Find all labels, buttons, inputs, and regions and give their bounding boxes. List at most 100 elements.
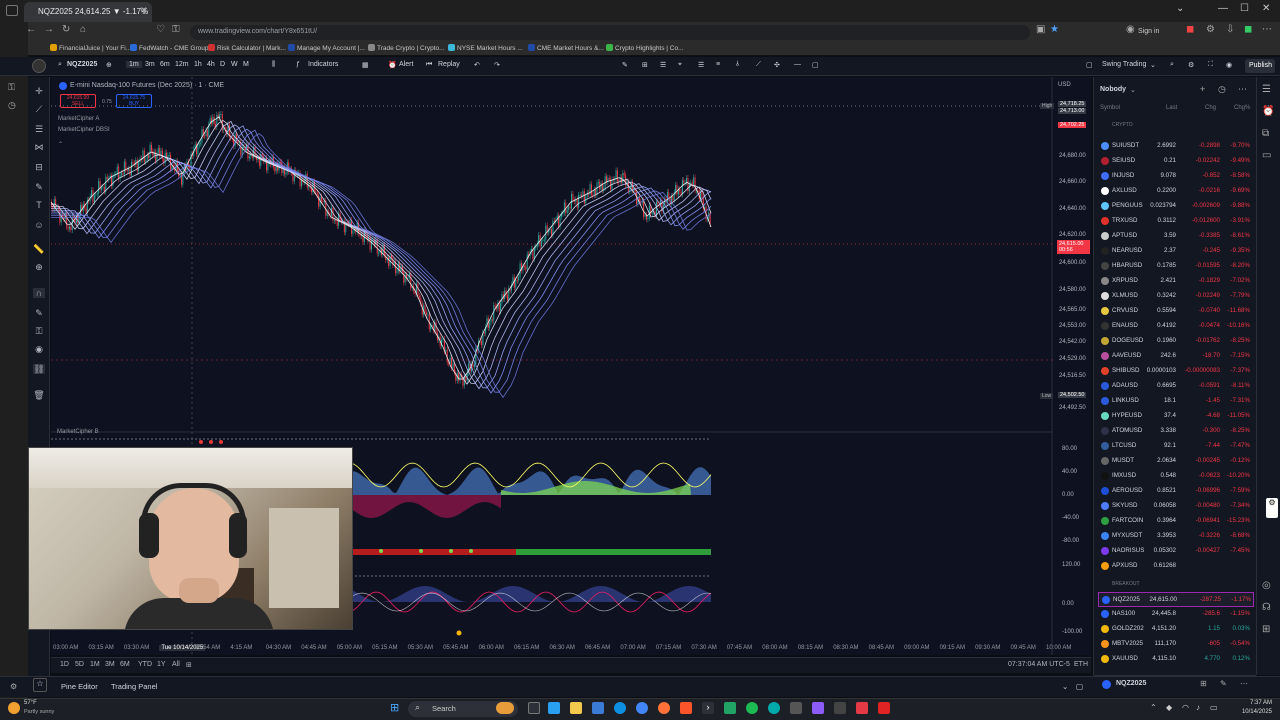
brush-icon[interactable]: ✎ <box>33 182 45 192</box>
redo-icon[interactable]: ↷ <box>494 61 500 69</box>
add-symbol-icon[interactable]: ⊕ <box>106 61 112 69</box>
interval-6m[interactable]: 6m <box>160 61 170 68</box>
tray-chevron-icon[interactable]: ⌃ <box>1150 703 1157 712</box>
sign-in-link[interactable]: Sign in <box>1138 28 1159 35</box>
alert-icon[interactable]: ⏰ <box>388 61 397 69</box>
spotify-icon[interactable] <box>746 702 758 714</box>
col-chg-pct[interactable]: Chg% <box>1234 105 1250 111</box>
watchlist-row[interactable]: DOGEUSD 0.1960 -0.01762 -8.25% <box>1098 334 1254 349</box>
indicators-button[interactable]: Indicators <box>308 61 338 68</box>
col-chg[interactable]: Chg <box>1205 105 1216 111</box>
watchlist-row[interactable]: GOLDZ2025 4,151.20 1.15 0.03% <box>1098 622 1254 637</box>
watchlist-row[interactable]: NAS100 24,445.8 -285.6 -1.15% <box>1098 607 1254 622</box>
alerts-widget-icon[interactable]: ⏰ <box>1262 106 1274 117</box>
advanced-view-icon[interactable]: ◷ <box>1218 84 1226 95</box>
chrome-icon[interactable] <box>636 702 648 714</box>
apps-widget-icon[interactable]: ⊞ <box>1262 624 1270 635</box>
search-highlight-icon[interactable] <box>496 702 514 714</box>
watchlist-row[interactable]: XRPUSD 2.421 -0.1829 -7.02% <box>1098 274 1254 289</box>
maximize-icon[interactable]: ☐ <box>1240 3 1249 14</box>
floating-widget-icon[interactable]: ⚙ <box>1266 498 1278 518</box>
chart-type-icon[interactable]: ⫼ <box>272 61 275 69</box>
bookmark-1[interactable]: FedWatch - CME Group <box>130 44 208 52</box>
watchlist-row[interactable]: APXUSD 0.61268 <box>1098 559 1254 574</box>
indicator-a-label[interactable]: MarketCipher A <box>58 116 99 122</box>
watchlist-row[interactable]: ADAUSD 0.6695 -0.0591 -8.11% <box>1098 379 1254 394</box>
watchlist-row[interactable]: XLMUSD 0.3242 -0.02249 -7.79% <box>1098 289 1254 304</box>
crosshair-icon[interactable]: ✛ <box>33 86 45 96</box>
indicators-icon[interactable]: ƒ <box>296 61 300 68</box>
wifi-icon[interactable]: ◠ <box>1182 703 1189 712</box>
layout-dropdown-icon[interactable]: ⌄ <box>1150 61 1156 69</box>
side-history-icon[interactable]: ◷ <box>8 100 16 111</box>
watchlist-row[interactable]: SUIUSDT 2.6992 -0.2898 -9.70% <box>1098 139 1254 154</box>
watchlist-row[interactable]: XAUUSD 4,115.10 4.770 0.12% <box>1098 652 1254 667</box>
draw-tool-icon-2[interactable]: ⊞ <box>642 61 648 69</box>
tab-actions-icon[interactable] <box>6 5 18 16</box>
interval-1m[interactable]: 1m <box>126 61 142 68</box>
trendline-icon[interactable]: ⟋ <box>33 104 45 114</box>
utc-clock[interactable]: 07:37:04 AM UTC-5 <box>1008 661 1070 668</box>
quick-search-icon[interactable]: ⌕ <box>1170 61 1174 69</box>
interval-3m[interactable]: 3m <box>145 61 155 68</box>
eth-toggle[interactable]: ETH <box>1074 661 1088 668</box>
help-widget-icon[interactable]: ◎ <box>1262 580 1271 591</box>
edge-icon[interactable] <box>614 702 626 714</box>
tray-app-icon[interactable]: ◆ <box>1166 703 1172 712</box>
lock-icon[interactable]: ⚿ <box>172 24 180 35</box>
fib-icon[interactable]: ☰ <box>33 124 45 134</box>
task-view-icon[interactable] <box>528 702 540 714</box>
replay-button[interactable]: Replay <box>438 61 460 68</box>
bookmark-7[interactable]: Crypto Highlights | Co... <box>606 44 684 52</box>
panel-collapse-icon[interactable]: ⌄ <box>1062 682 1068 691</box>
bookmark-6[interactable]: CME Market Hours &... <box>528 44 604 52</box>
draw-tool-icon-3[interactable]: ☰ <box>660 61 666 69</box>
watchlist-row[interactable]: AAVEUSD 242.6 -18.70 -7.15% <box>1098 349 1254 364</box>
explorer-icon[interactable] <box>570 702 582 714</box>
watchlist-row[interactable]: NAORISUS 0.05302 -0.00427 -7.45% <box>1098 544 1254 559</box>
indicator-b-label[interactable]: MarketCipher B <box>57 429 99 435</box>
start-button-icon[interactable]: ⊞ <box>390 701 399 714</box>
close-window-icon[interactable]: ✕ <box>1262 3 1270 14</box>
notifications-widget-icon[interactable]: ☊ <box>1262 602 1271 613</box>
watchlist-row[interactable]: AEROUSD 0.8521 -0.06996 -7.59% <box>1098 484 1254 499</box>
settings-app-icon[interactable] <box>548 702 560 714</box>
range-all[interactable]: All <box>172 661 180 668</box>
watchlist-row[interactable]: ENAUSD 0.4192 -0.0474 -10.16% <box>1098 319 1254 334</box>
excel-icon[interactable] <box>724 702 736 714</box>
reload-icon[interactable]: ↻ <box>62 24 70 35</box>
forward-icon[interactable]: → <box>44 24 54 35</box>
bookmark-3[interactable]: Manage My Account |... <box>288 44 365 52</box>
range-5d[interactable]: 5D <box>75 661 84 668</box>
app-icon-3[interactable] <box>768 702 780 714</box>
watchlist-row[interactable]: MYXUSDT 3.3953 -0.3226 -8.68% <box>1098 529 1254 544</box>
footer-symbol[interactable]: NQZ2025 <box>1116 680 1146 687</box>
hide-drawings-icon[interactable]: ◉ <box>33 344 45 354</box>
section-breakout[interactable]: BREAKOUT <box>1112 581 1140 587</box>
downloads-icon[interactable]: ⇩ <box>1226 24 1234 35</box>
link-icon[interactable]: ⛓ <box>33 364 45 374</box>
symbol-search-icon[interactable]: ⌕ <box>58 61 62 69</box>
templates-icon[interactable]: ▦ <box>362 61 369 69</box>
app-icon-8[interactable] <box>878 702 890 714</box>
range-1y[interactable]: 1Y <box>157 661 166 668</box>
side-lock-icon[interactable]: ⚿ <box>8 82 15 93</box>
watchlist-row[interactable]: MUSDT 2.0634 -0.00245 -0.12% <box>1098 454 1254 469</box>
indicator-collapse-icon[interactable]: ⌃ <box>58 141 63 148</box>
watchlist-row[interactable]: HYPEUSD 37.4 -4.68 -11.05% <box>1098 409 1254 424</box>
watchlist-row[interactable]: FARTCOIN 0.3964 -0.06941 -15.23% <box>1098 514 1254 529</box>
taskbar-time[interactable]: 7:37 AM <box>1238 700 1272 706</box>
watchlist-more-icon[interactable]: ⋯ <box>1238 84 1247 95</box>
indicator-dbsi-label[interactable]: MarketCipher DBSI <box>58 127 110 133</box>
bookmark-4[interactable]: Trade Crypto | Crypto... <box>368 44 445 52</box>
favorite-star-icon[interactable]: ★ <box>1050 24 1059 35</box>
watchlist-dropdown-icon[interactable]: ⌄ <box>1130 86 1136 94</box>
col-symbol[interactable]: Symbol <box>1100 105 1120 111</box>
app-icon-2[interactable]: › <box>702 702 714 714</box>
watchlist-name[interactable]: Nobody <box>1100 86 1126 93</box>
range-6m[interactable]: 6M <box>120 661 130 668</box>
add-symbol-plus-icon[interactable]: + <box>1200 84 1205 94</box>
user-avatar[interactable] <box>32 59 46 73</box>
publish-button[interactable]: Publish <box>1245 59 1275 73</box>
draw-tool-icon-8[interactable]: ⟋ <box>756 61 761 69</box>
